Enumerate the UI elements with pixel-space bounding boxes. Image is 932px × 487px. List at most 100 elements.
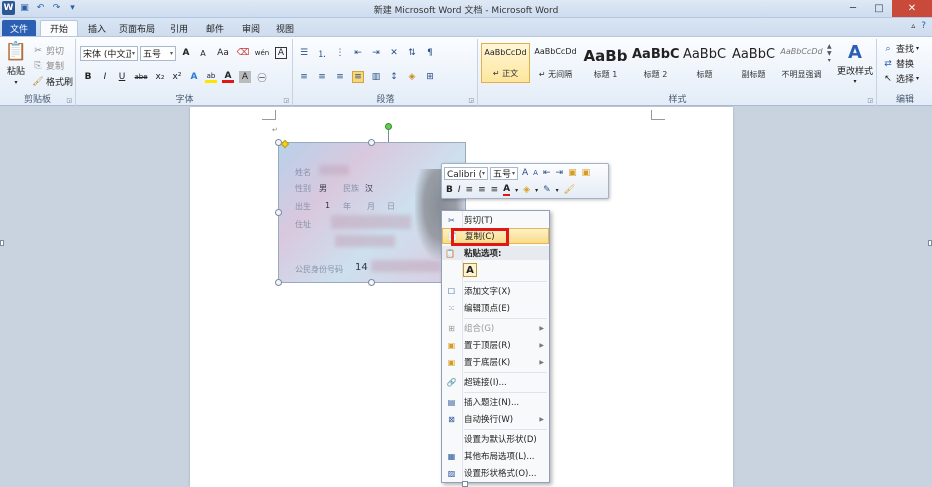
tab-view[interactable]: 视图 <box>272 20 298 36</box>
menu-item-add-text[interactable]: ☐ 添加文字(X) <box>442 283 549 299</box>
style-heading-1[interactable]: AaBb 标题 1 <box>581 43 630 83</box>
text-effects-icon[interactable]: A <box>188 71 200 83</box>
select-button[interactable]: ↖ 选择 ▾ <box>882 72 919 86</box>
tab-mailings[interactable]: 邮件 <box>202 20 228 36</box>
align-right-icon[interactable]: ≡ <box>334 71 346 83</box>
menu-item-wrap-text[interactable]: ⊠ 自动换行(W) ▶ <box>442 411 549 427</box>
find-button[interactable]: ⌕ 查找 ▾ <box>882 42 919 56</box>
clear-format-icon[interactable]: ⌫ <box>237 47 250 59</box>
resize-handle[interactable] <box>462 481 468 487</box>
minimize-ribbon-icon[interactable]: ▵ <box>911 21 915 31</box>
paste-button[interactable]: 📋 粘贴 ▾ <box>4 41 28 86</box>
more-icon[interactable]: ▾ <box>828 57 831 64</box>
phonetic-guide-icon[interactable]: wén <box>254 47 270 59</box>
increase-indent-icon[interactable]: ⇥ <box>556 168 564 178</box>
shape-fill-icon[interactable]: ◈ <box>523 185 530 195</box>
tab-review[interactable]: 审阅 <box>238 20 264 36</box>
shrink-font-icon[interactable]: A <box>197 47 209 59</box>
sort-icon[interactable]: ⇅ <box>406 47 418 59</box>
chevron-down-icon[interactable]: ▾ <box>535 187 538 194</box>
font-color-icon[interactable]: A <box>503 184 511 196</box>
paste-keep-text-icon[interactable]: A <box>463 263 477 277</box>
tab-file[interactable]: 文件 <box>2 20 36 36</box>
align-center-icon[interactable]: ≡ <box>316 71 328 83</box>
mini-font-select[interactable]: Calibri (西▾ <box>444 167 488 180</box>
decrease-indent-icon[interactable]: ⇤ <box>543 168 551 178</box>
resize-handle[interactable] <box>0 240 4 246</box>
menu-item-set-default-shape[interactable]: 设置为默认形状(D) <box>442 431 549 447</box>
help-icon[interactable]: ? <box>921 21 926 31</box>
increase-indent-icon[interactable]: ⇥ <box>370 47 382 59</box>
cut-button[interactable]: ✂ 剪切 <box>32 44 64 58</box>
menu-item-insert-caption[interactable]: ▤ 插入题注(N)... <box>442 394 549 410</box>
chevron-down-icon[interactable]: ▾ <box>515 187 518 194</box>
resize-handle[interactable] <box>928 240 932 246</box>
subscript-icon[interactable]: x₂ <box>154 71 166 83</box>
dialog-launcher-icon[interactable]: ◲ <box>283 97 289 104</box>
chinese-layout-icon[interactable]: ✕ <box>388 47 400 59</box>
chevron-down-icon[interactable]: ▾ <box>556 187 559 194</box>
italic-icon[interactable]: I <box>99 71 111 83</box>
bring-forward-icon[interactable]: ▣ <box>568 168 577 178</box>
numbering-icon[interactable]: ⒈ <box>316 47 328 60</box>
menu-item-hyperlink[interactable]: 🔗 超链接(I)... <box>442 374 549 390</box>
style-subtle-emphasis[interactable]: AaBbCcDd 不明显强调 <box>777 43 826 83</box>
char-border-icon[interactable]: A <box>275 47 287 59</box>
id-card-image[interactable]: 姓名 性别 男 民族 汉 出生 1 年 月 日 住址 公民身份号码 14 <box>278 142 466 283</box>
format-painter-icon[interactable]: 🖌 <box>564 185 575 195</box>
tab-insert[interactable]: 插入 <box>84 20 110 36</box>
superscript-icon[interactable]: x² <box>171 71 183 83</box>
menu-item-bring-to-front[interactable]: ▣ 置于顶层(R) ▶ <box>442 337 549 353</box>
style-heading-2[interactable]: AaBbC 标题 2 <box>631 43 680 83</box>
copy-button[interactable]: ⎘ 复制 <box>32 59 64 73</box>
scroll-up-icon[interactable]: ▲ <box>827 43 832 50</box>
font-name-select[interactable]: 宋体 (中文正文)▾ <box>80 46 138 61</box>
grow-font-icon[interactable]: A <box>522 168 528 178</box>
send-backward-icon[interactable]: ▣ <box>582 168 591 178</box>
change-case-icon[interactable]: Aa <box>214 47 232 59</box>
menu-item-more-layout[interactable]: ▦ 其他布局选项(L)... <box>442 448 549 464</box>
grow-font-icon[interactable]: A <box>180 47 192 59</box>
style-subtitle[interactable]: AaBbC 副标题 <box>729 43 778 83</box>
decrease-indent-icon[interactable]: ⇤ <box>352 47 364 59</box>
scroll-down-icon[interactable]: ▼ <box>827 50 832 57</box>
close-icon[interactable]: ✕ <box>892 0 932 17</box>
menu-item-send-to-back[interactable]: ▣ 置于底层(K) ▶ <box>442 354 549 370</box>
font-color-icon[interactable]: A <box>222 71 234 83</box>
styles-scroll[interactable]: ▲ ▼ ▾ <box>827 43 832 64</box>
menu-item-group[interactable]: ⊞ 组合(G) ▶ <box>442 320 549 336</box>
bullets-icon[interactable]: ☰ <box>298 47 310 59</box>
align-left-icon[interactable]: ≡ <box>466 185 474 195</box>
italic-icon[interactable]: I <box>458 185 461 195</box>
multilevel-list-icon[interactable]: ⋮ <box>334 47 346 59</box>
shape-outline-icon[interactable]: ✎ <box>543 185 551 195</box>
borders-icon[interactable]: ⊞ <box>424 71 436 83</box>
change-styles-button[interactable]: A 更改样式 ▾ <box>837 42 873 85</box>
align-right-icon[interactable]: ≡ <box>491 185 499 195</box>
dialog-launcher-icon[interactable]: ◲ <box>66 97 72 104</box>
resize-handle[interactable] <box>275 209 282 216</box>
enclose-char-icon[interactable]: ㊀ <box>256 71 268 84</box>
style-title[interactable]: AaBbC 标题 <box>680 43 729 83</box>
mini-size-select[interactable]: 五号 ▾ <box>490 167 518 180</box>
replace-button[interactable]: ⇄ 替换 <box>882 57 914 71</box>
align-center-icon[interactable]: ≡ <box>478 185 486 195</box>
tab-home[interactable]: 开始 <box>40 20 78 36</box>
style-normal[interactable]: AaBbCcDd ↵ 正文 <box>481 43 530 83</box>
resize-handle[interactable] <box>368 279 375 286</box>
shrink-font-icon[interactable]: A <box>533 169 538 177</box>
dialog-launcher-icon[interactable]: ◲ <box>468 97 474 104</box>
line-spacing-icon[interactable]: ↕ <box>388 71 400 83</box>
char-shading-icon[interactable]: A <box>239 71 251 83</box>
underline-icon[interactable]: U <box>116 71 128 83</box>
tab-page-layout[interactable]: 页面布局 <box>116 20 158 36</box>
format-painter-button[interactable]: 🖌 格式刷 <box>32 75 73 89</box>
highlight-icon[interactable]: ab <box>205 71 217 83</box>
menu-item-format-shape[interactable]: ▨ 设置形状格式(O)... <box>442 465 549 481</box>
menu-item-cut[interactable]: ✂ 剪切(T) <box>442 212 549 228</box>
resize-handle[interactable] <box>275 279 282 286</box>
justify-icon[interactable]: ≡ <box>352 71 364 83</box>
bold-icon[interactable]: B <box>82 71 94 83</box>
distributed-icon[interactable]: ▥ <box>370 71 382 83</box>
strikethrough-icon[interactable]: abe <box>133 71 149 83</box>
